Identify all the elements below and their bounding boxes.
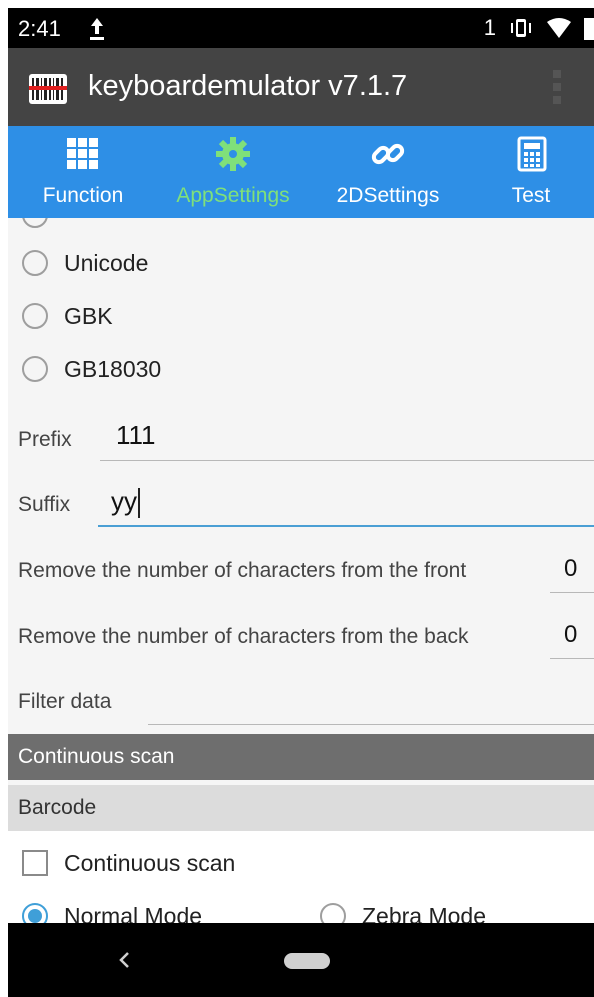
tab-2dsettings[interactable]: 2DSettings [308, 126, 468, 218]
radio-button-selected[interactable] [22, 903, 48, 923]
radio-gbk[interactable]: GBK [8, 294, 113, 338]
continuous-scan-checkbox-row[interactable]: Continuous scan [8, 841, 235, 885]
tab-appsettings[interactable]: AppSettings [158, 126, 308, 218]
settings-content[interactable]: Unicode GBK GB18030 Prefix 111 Suffix yy… [8, 218, 594, 923]
link-icon [371, 143, 405, 165]
calculator-icon [517, 136, 547, 172]
radio-button[interactable] [22, 250, 48, 276]
subheader-title: Barcode [18, 796, 97, 819]
notification-count: 1 [483, 15, 496, 40]
prefix-underline [100, 460, 594, 461]
wifi-icon [547, 18, 571, 38]
section-title: Continuous scan [18, 745, 175, 768]
tab-test-label: Test [511, 184, 551, 207]
app-bar: keyboardemulator v7.1.7 [8, 48, 594, 126]
barcode-logo-icon [29, 74, 67, 104]
remove-front-label: Remove the number of characters from the… [18, 559, 467, 582]
navigation-bar [8, 923, 594, 997]
vibrate-icon [511, 19, 531, 37]
filter-underline [148, 724, 594, 725]
radio-label: Unicode [64, 249, 149, 276]
radio-normal-mode[interactable]: Normal Mode [8, 894, 202, 923]
gear-icon [216, 137, 250, 171]
radio-zebra-mode[interactable]: Zebra Mode [306, 894, 486, 923]
battery-icon [584, 18, 594, 40]
text-cursor [138, 488, 140, 519]
back-icon[interactable] [114, 947, 134, 973]
tab-bar: Function AppSettings 2DSettings Test [8, 126, 594, 218]
radio-label: GB18030 [64, 355, 162, 382]
grid-icon [67, 138, 98, 169]
radio-button[interactable] [22, 303, 48, 329]
tab-function[interactable]: Function [8, 126, 158, 218]
status-time: 2:41 [18, 16, 61, 41]
app-title: keyboardemulator v7.1.7 [88, 70, 408, 102]
status-icons: 1 [484, 14, 594, 42]
radio-button[interactable] [22, 356, 48, 382]
suffix-input[interactable]: yy [111, 486, 140, 519]
remove-back-underline [550, 658, 594, 659]
radio-label: GBK [64, 302, 113, 329]
phone-screen: 2:41 1 keyboardemulator v7.1.7 Function … [8, 8, 594, 997]
remove-back-label: Remove the number of characters from the… [18, 625, 469, 648]
remove-front-input[interactable]: 0 [564, 555, 577, 583]
overflow-menu-icon[interactable] [552, 70, 562, 108]
upload-icon [90, 18, 104, 40]
tab-appsettings-label: AppSettings [176, 184, 290, 207]
barcode-subheader: Barcode [8, 785, 594, 831]
prefix-label: Prefix [18, 428, 72, 451]
checkbox-label: Continuous scan [64, 849, 236, 876]
filter-label: Filter data [18, 690, 112, 713]
suffix-label: Suffix [18, 493, 71, 516]
suffix-underline [98, 525, 594, 527]
prefix-input[interactable]: 111 [116, 420, 156, 451]
home-pill-button[interactable] [284, 953, 330, 969]
radio-label: Zebra Mode [362, 902, 487, 924]
remove-front-underline [550, 592, 594, 593]
tab-test[interactable]: Test [468, 126, 594, 218]
radio-unicode[interactable]: Unicode [8, 241, 148, 285]
tab-function-label: Function [42, 184, 124, 207]
radio-gb18030[interactable]: GB18030 [8, 347, 161, 391]
status-bar: 2:41 1 [8, 8, 594, 48]
suffix-value: yy [111, 486, 137, 516]
radio-partial[interactable] [22, 218, 48, 228]
radio-label: Normal Mode [64, 902, 203, 924]
radio-button[interactable] [320, 903, 346, 923]
continuous-scan-checkbox[interactable] [22, 850, 48, 876]
remove-back-input[interactable]: 0 [564, 621, 577, 649]
tab-2dsettings-label: 2DSettings [336, 184, 440, 207]
continuous-scan-header: Continuous scan [8, 734, 594, 780]
